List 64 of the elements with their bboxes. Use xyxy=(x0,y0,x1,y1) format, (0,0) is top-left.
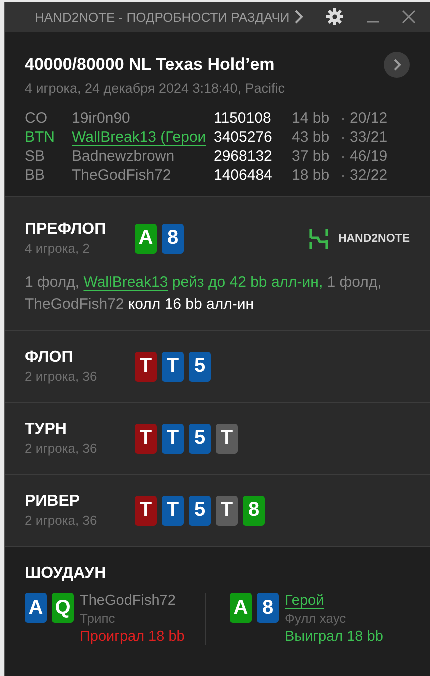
playing-card: T xyxy=(216,496,238,526)
logo-text: HAND2NOTE xyxy=(338,232,410,244)
stack-bb: 37 bb xyxy=(292,148,331,165)
playing-card: 5 xyxy=(189,496,211,526)
result-text: Проиграл 18 bb xyxy=(80,629,185,645)
playing-card: Q xyxy=(52,593,74,623)
playing-card: T xyxy=(162,496,184,526)
street-title: ТУРН xyxy=(25,421,68,439)
hand-combo: Трипс xyxy=(80,611,116,626)
playing-card: T xyxy=(135,424,157,454)
settings-icon[interactable] xyxy=(326,8,344,26)
playing-card: T xyxy=(162,352,184,382)
result-text: Выиграл 18 bb xyxy=(285,629,384,645)
position-label: SB xyxy=(25,148,46,165)
playing-card: A xyxy=(135,224,157,254)
player-stats: 20/12 xyxy=(350,110,389,127)
window-title: HAND2NOTE - ПОДРОБНОСТИ РАЗДАЧИ xyxy=(35,10,291,24)
playing-card: 8 xyxy=(257,593,279,623)
playing-card: T xyxy=(135,496,157,526)
player-stats: 33/21 xyxy=(350,129,389,146)
playing-card: T xyxy=(216,424,238,454)
stack-bb: 18 bb xyxy=(292,167,331,184)
street-info: 2 игрока, 36 xyxy=(25,513,98,528)
stack-amount: 3405276 xyxy=(214,129,274,146)
playing-card: A xyxy=(25,593,47,623)
showdown-title: ШОУДАУН xyxy=(25,565,108,583)
playing-card: A xyxy=(230,593,252,623)
playing-card: 5 xyxy=(189,424,211,454)
position-label: CO xyxy=(25,110,48,127)
chevron-right-icon[interactable] xyxy=(294,10,304,24)
stack-bb: 43 bb xyxy=(292,129,331,146)
player-stats: 32/22 xyxy=(350,167,389,184)
playing-card: T xyxy=(135,352,157,382)
hand-title: 40000/80000 NL Texas Hold’em xyxy=(25,55,275,75)
close-icon[interactable] xyxy=(402,10,416,24)
street-info: 4 игрока, 2 xyxy=(25,241,91,256)
player-name: 19ir0n90 xyxy=(72,110,132,127)
street-info: 2 игрока, 36 xyxy=(25,441,98,456)
player-link[interactable]: WallBreak13 (Герои xyxy=(72,129,214,146)
street-title: РИВЕР xyxy=(25,493,82,511)
action-text: 1 фолд, WallBreak13 рейз до 42 bb алл-ин, 1 фолд, TheGodFish72 колл 16 bb алл-ин xyxy=(25,273,383,315)
next-hand-icon[interactable] xyxy=(384,52,410,78)
playing-card: 5 xyxy=(189,352,211,382)
hand-subtitle: 4 игрока, 24 декабря 2024 3:18:40, Pacific xyxy=(25,81,286,96)
playing-card: T xyxy=(162,424,184,454)
player-name: TheGodFish72 xyxy=(80,593,176,609)
player-link[interactable]: WallBreak13 xyxy=(84,274,168,291)
player-stats: 46/19 xyxy=(350,148,389,165)
position-label: BTN xyxy=(25,129,56,146)
street-title: ПРЕФЛОП xyxy=(25,221,108,239)
stack-bb: 14 bb xyxy=(292,110,331,127)
hand-combo: Фулл хаус xyxy=(285,611,346,626)
player-name: Badnewzbrown xyxy=(72,148,176,165)
stack-amount: 1406484 xyxy=(214,167,274,184)
street-title: ФЛОП xyxy=(25,349,74,367)
street-info: 2 игрока, 36 xyxy=(25,369,98,384)
playing-card: 8 xyxy=(243,496,265,526)
playing-card: 8 xyxy=(162,224,184,254)
player-name: TheGodFish72 xyxy=(72,167,172,184)
stack-amount: 1150108 xyxy=(214,110,272,127)
player-link[interactable]: Герой xyxy=(285,593,324,609)
position-label: BB xyxy=(25,167,46,184)
stack-amount: 2968132 xyxy=(214,148,274,165)
logo-icon xyxy=(308,228,330,250)
